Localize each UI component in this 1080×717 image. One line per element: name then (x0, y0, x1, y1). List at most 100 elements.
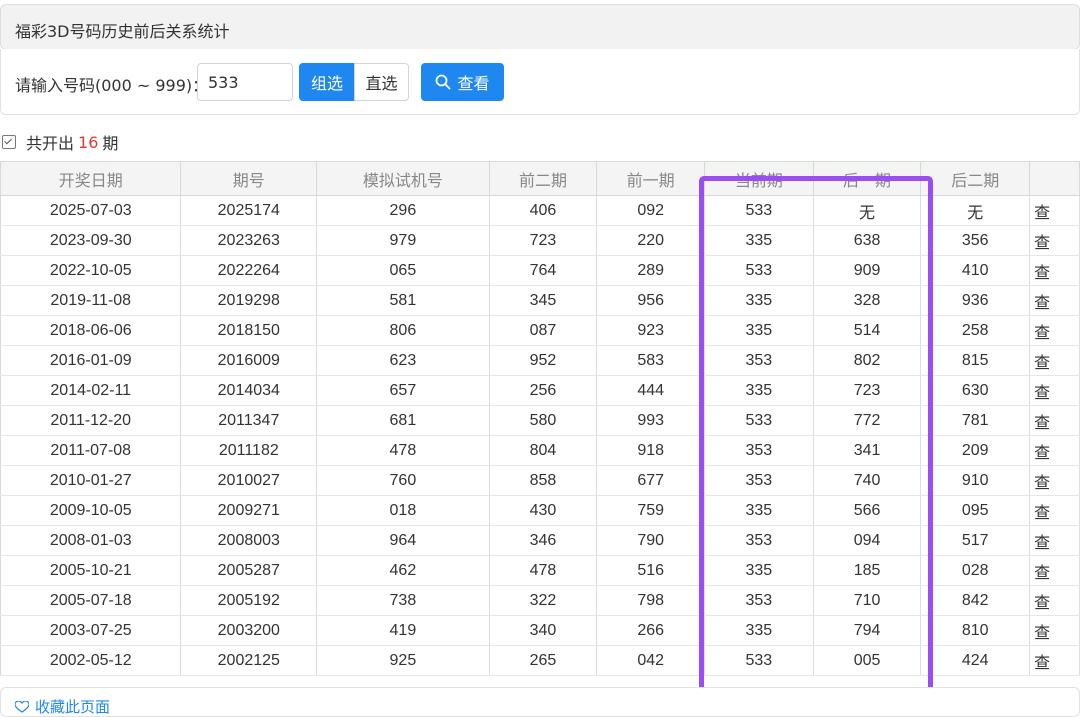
row-action-link[interactable]: 查 (1029, 285, 1080, 316)
table-cell: 092 (596, 195, 706, 226)
table-cell: 2014-02-11 (0, 375, 182, 406)
table-cell: 677 (596, 465, 706, 496)
row-action-link[interactable]: 查 (1029, 585, 1080, 616)
view-button[interactable]: 查看 (421, 63, 504, 101)
table-cell: 2011-12-20 (0, 405, 182, 436)
table-cell: 723 (489, 225, 598, 256)
heart-icon (15, 700, 29, 713)
column-header[interactable]: 期号 (180, 161, 318, 196)
table-cell: 804 (489, 435, 598, 466)
row-action-link[interactable]: 查 (1029, 645, 1080, 676)
table-cell: 790 (596, 525, 706, 556)
table-cell: 094 (813, 525, 922, 556)
table-cell: 2003200 (180, 615, 318, 646)
number-input-label: 请输入号码(000 ~ 999)： (15, 76, 209, 95)
row-action-link[interactable]: 查 (1029, 495, 1080, 526)
table-cell: 2022264 (180, 255, 318, 286)
table-body: 2025-07-03 2025174 296 406 092 533 无无查 2023-09-… (0, 195, 1080, 676)
footer-card: 收藏此页面 (0, 687, 1080, 717)
row-action-link[interactable]: 查 (1029, 345, 1080, 376)
table-cell: 2003-07-25 (0, 615, 182, 646)
row-action-link[interactable]: 查 (1029, 225, 1080, 256)
table-cell: 2018-06-06 (0, 315, 182, 346)
table-cell: 566 (813, 495, 922, 526)
table-cell: 533 (704, 405, 814, 436)
table-row: 2009-10-05 2009271 018 430 759 335 566 095 查 (0, 495, 1080, 526)
column-header[interactable]: 前二期 (489, 161, 598, 196)
table-cell: 925 (316, 645, 490, 676)
column-header[interactable]: 后二期 (920, 161, 1031, 196)
column-header[interactable]: 开奖日期 (0, 161, 182, 196)
table-cell: 2018150 (180, 315, 318, 346)
table-cell: 042 (596, 645, 706, 676)
table-cell: 2016-01-09 (0, 345, 182, 376)
favorite-link-label: 收藏此页面 (35, 698, 111, 716)
number-input[interactable] (197, 63, 293, 101)
table-cell: 353 (704, 525, 814, 556)
table-cell: 798 (596, 585, 706, 616)
row-action-link[interactable]: 查 (1029, 315, 1080, 346)
column-header[interactable]: 前一期 (596, 161, 706, 196)
column-header (1029, 161, 1080, 196)
table-cell: 842 (920, 585, 1031, 616)
column-header[interactable]: 模拟试机号 (316, 161, 490, 196)
table-cell: 335 (704, 495, 814, 526)
table-row: 2011-07-08 2011182 478 804 918 353 341 209 查 (0, 435, 1080, 466)
table-cell: 623 (316, 345, 490, 376)
table-cell: 335 (704, 375, 814, 406)
table-cell: 005 (813, 645, 922, 676)
table-cell: 2025174 (180, 195, 318, 226)
table-cell: 952 (489, 345, 598, 376)
table-cell: 410 (920, 255, 1031, 286)
table-cell: 517 (920, 525, 1031, 556)
column-header[interactable]: 当前期 (704, 161, 814, 196)
table-cell: 2002-05-12 (0, 645, 182, 676)
table-cell: 806 (316, 315, 490, 346)
row-action-link[interactable]: 查 (1029, 525, 1080, 556)
table-cell: 095 (920, 495, 1031, 526)
table-cell: 533 (704, 195, 814, 226)
table-cell: 028 (920, 555, 1031, 586)
row-action-link[interactable]: 查 (1029, 555, 1080, 586)
table-cell: 346 (489, 525, 598, 556)
result-count: 16 (78, 132, 99, 152)
table-cell: 781 (920, 405, 1031, 436)
row-action-link[interactable]: 查 (1029, 375, 1080, 406)
direct-select-button[interactable]: 直选 (354, 63, 409, 101)
row-action-link[interactable]: 查 (1029, 405, 1080, 436)
table-cell: 430 (489, 495, 598, 526)
table-row: 2016-01-09 2016009 623 952 583 353 802 815 查 (0, 345, 1080, 376)
table-cell: 265 (489, 645, 598, 676)
table-cell: 918 (596, 435, 706, 466)
table-cell: 424 (920, 645, 1031, 676)
summary-suffix: 期 (102, 134, 119, 153)
table-cell: 2010-01-27 (0, 465, 182, 496)
table-cell: 936 (920, 285, 1031, 316)
table-cell: 185 (813, 555, 922, 586)
row-action-link[interactable]: 查 (1029, 465, 1080, 496)
column-header[interactable]: 后一期 (813, 161, 922, 196)
table-row: 2018-06-06 2018150 806 087 923 335 514 258 查 (0, 315, 1080, 346)
table-cell: 353 (704, 465, 814, 496)
table-cell: 296 (316, 195, 490, 226)
table-cell: 810 (920, 615, 1031, 646)
table-cell: 516 (596, 555, 706, 586)
table-cell: 478 (489, 555, 598, 586)
table-cell: 289 (596, 255, 706, 286)
table-row: 2010-01-27 2010027 760 858 677 353 740 910 查 (0, 465, 1080, 496)
row-action-link[interactable]: 查 (1029, 195, 1080, 226)
view-button-label: 查看 (457, 74, 490, 93)
table-cell: 858 (489, 465, 598, 496)
table-cell: 533 (704, 255, 814, 286)
row-action-link[interactable]: 查 (1029, 615, 1080, 646)
table-cell: 638 (813, 225, 922, 256)
table-cell: 406 (489, 195, 598, 226)
favorite-link[interactable]: 收藏此页面 (15, 696, 110, 717)
row-action-link[interactable]: 查 (1029, 435, 1080, 466)
table-cell: 335 (704, 225, 814, 256)
group-select-button[interactable]: 组选 (299, 63, 355, 101)
table-cell: 2011-07-08 (0, 435, 182, 466)
row-action-link[interactable]: 查 (1029, 255, 1080, 286)
table-row: 2008-01-03 2008003 964 346 790 353 094 517 查 (0, 525, 1080, 556)
table-cell: 760 (316, 465, 490, 496)
